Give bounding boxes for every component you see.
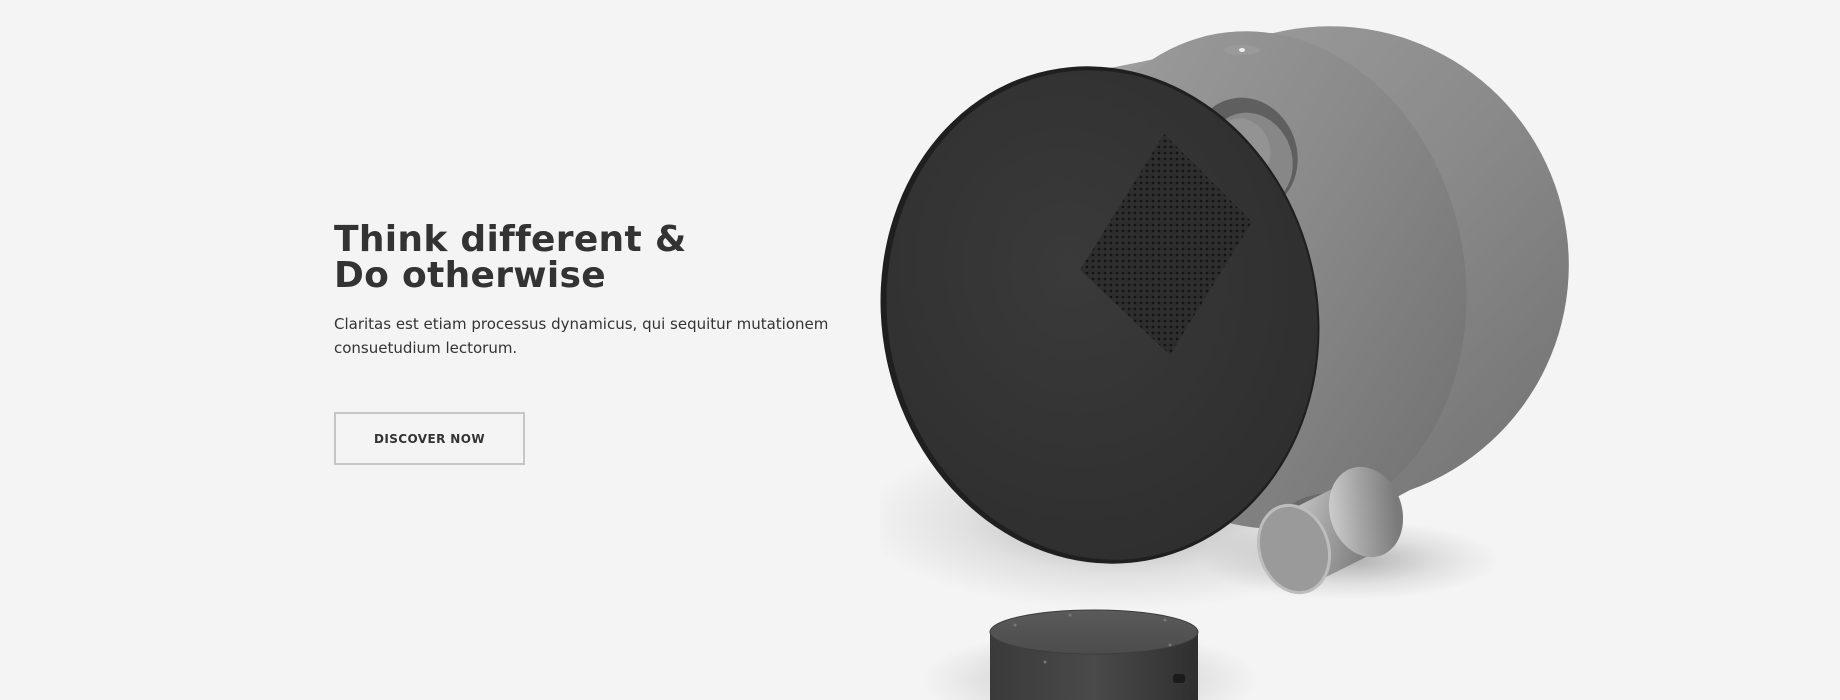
hero-title-line-2: Do otherwise <box>334 255 606 296</box>
discover-now-button[interactable]: DISCOVER NOW <box>334 412 525 465</box>
smart-speaker-image <box>880 26 1569 700</box>
hero-description-line-1: Claritas est etiam processus dynamicus, … <box>334 315 829 333</box>
hero-text-block: Think different & Do otherwise Claritas … <box>334 222 854 360</box>
hero-title: Think different & Do otherwise <box>334 222 854 294</box>
hero-section: Think different & Do otherwise Claritas … <box>0 0 1840 700</box>
hero-description-line-2: consuetudium lectorum. <box>334 339 518 357</box>
hero-description: Claritas est etiam processus dynamicus, … <box>334 312 834 360</box>
hero-title-line-1: Think different & <box>334 219 687 260</box>
